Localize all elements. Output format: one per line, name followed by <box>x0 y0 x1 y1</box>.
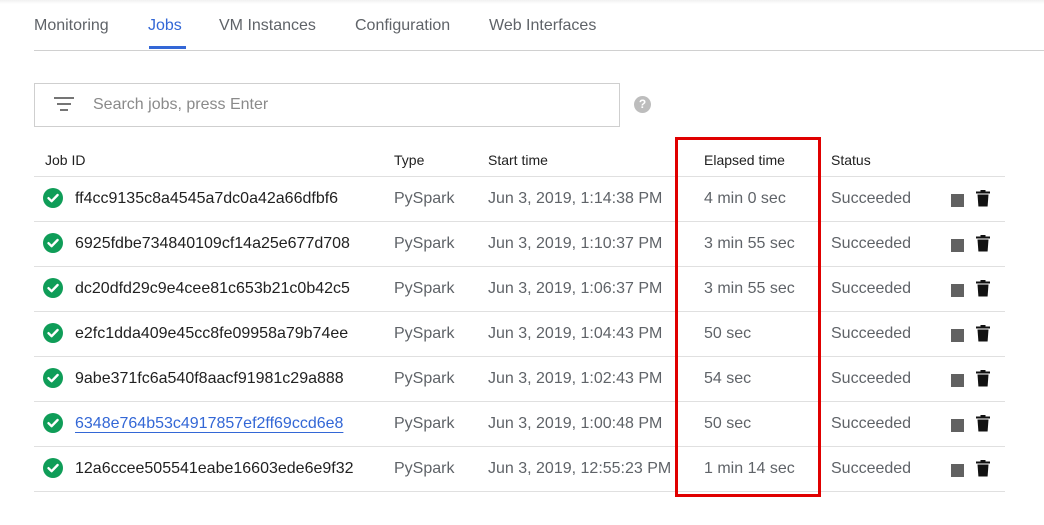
job-id-link[interactable]: ff4cc9135c8a4545a7dc0a42a66dfbf6 <box>75 190 338 208</box>
job-id-link[interactable]: dc20dfd29c9e4cee81c653b21c0b42c5 <box>75 280 350 298</box>
tab-jobs[interactable]: Jobs <box>148 17 182 35</box>
job-start-time: Jun 3, 2019, 1:06:37 PM <box>488 280 663 297</box>
tab-web-interfaces[interactable]: Web Interfaces <box>489 17 596 35</box>
table-row[interactable]: e2fc1dda409e45cc8fe09958a79b74ee PySpark… <box>34 312 1005 357</box>
job-start-time: Jun 3, 2019, 12:55:23 PM <box>488 460 672 477</box>
job-type: PySpark <box>394 325 455 342</box>
job-start-time: Jun 3, 2019, 1:02:43 PM <box>488 370 663 387</box>
job-id-link[interactable]: e2fc1dda409e45cc8fe09958a79b74ee <box>75 325 348 343</box>
job-id-link[interactable]: 6348e764b53c4917857ef2ff69ccd6e8 <box>75 415 343 433</box>
tab-bar: Monitoring Jobs VM Instances Configurati… <box>34 0 1044 51</box>
active-tab-indicator <box>149 46 186 49</box>
job-elapsed-time: 50 sec <box>704 415 752 432</box>
job-start-time: Jun 3, 2019, 1:14:38 PM <box>488 190 663 207</box>
stop-icon[interactable] <box>951 239 964 252</box>
table-row[interactable]: dc20dfd29c9e4cee81c653b21c0b42c5 PySpark… <box>34 267 1005 312</box>
job-id-link[interactable]: 6925fdbe734840109cf14a25e677d708 <box>75 235 350 253</box>
job-status: Succeeded <box>831 190 912 207</box>
job-elapsed-time: 1 min 14 sec <box>704 460 795 477</box>
table-row[interactable]: ff4cc9135c8a4545a7dc0a42a66dfbf6 PySpark… <box>34 177 1005 222</box>
job-status: Succeeded <box>831 235 912 252</box>
trash-icon[interactable] <box>976 370 990 387</box>
column-header-status[interactable]: Status <box>831 152 871 168</box>
job-status: Succeeded <box>831 280 912 297</box>
job-type: PySpark <box>394 370 455 387</box>
job-elapsed-time: 50 sec <box>704 325 752 342</box>
stop-icon[interactable] <box>951 329 964 342</box>
table-row[interactable]: 6925fdbe734840109cf14a25e677d708 PySpark… <box>34 222 1005 267</box>
job-id-link[interactable]: 12a6ccee505541eabe16603ede6e9f32 <box>75 460 354 478</box>
trash-icon[interactable] <box>976 235 990 252</box>
stop-icon[interactable] <box>951 284 964 297</box>
job-elapsed-time: 3 min 55 sec <box>704 235 795 252</box>
check-circle-icon <box>43 368 63 388</box>
job-elapsed-time: 54 sec <box>704 370 752 387</box>
table-row[interactable]: 6348e764b53c4917857ef2ff69ccd6e8 PySpark… <box>34 402 1005 447</box>
job-type: PySpark <box>394 235 455 252</box>
job-status: Succeeded <box>831 325 912 342</box>
job-start-time: Jun 3, 2019, 1:04:43 PM <box>488 325 663 342</box>
trash-icon[interactable] <box>976 190 990 207</box>
table-row[interactable]: 12a6ccee505541eabe16603ede6e9f32 PySpark… <box>34 447 1005 492</box>
tab-monitoring[interactable]: Monitoring <box>34 17 109 35</box>
job-elapsed-time: 4 min 0 sec <box>704 190 786 207</box>
job-start-time: Jun 3, 2019, 1:00:48 PM <box>488 415 663 432</box>
job-status: Succeeded <box>831 370 912 387</box>
search-input[interactable] <box>93 84 593 126</box>
column-header-type[interactable]: Type <box>394 152 424 168</box>
check-circle-icon <box>43 233 63 253</box>
stop-icon[interactable] <box>951 419 964 432</box>
stop-icon[interactable] <box>951 464 964 477</box>
column-header-elapsed-time[interactable]: Elapsed time <box>704 152 785 168</box>
trash-icon[interactable] <box>976 325 990 342</box>
job-type: PySpark <box>394 460 455 477</box>
check-circle-icon <box>43 458 63 478</box>
job-start-time: Jun 3, 2019, 1:10:37 PM <box>488 235 663 252</box>
filter-icon[interactable] <box>53 97 75 113</box>
job-status: Succeeded <box>831 460 912 477</box>
job-type: PySpark <box>394 280 455 297</box>
column-header-job-id[interactable]: Job ID <box>45 152 85 168</box>
job-type: PySpark <box>394 415 455 432</box>
help-icon[interactable]: ? <box>634 96 651 113</box>
job-elapsed-time: 3 min 55 sec <box>704 280 795 297</box>
trash-icon[interactable] <box>976 415 990 432</box>
tab-configuration[interactable]: Configuration <box>355 17 450 35</box>
tab-vm-instances[interactable]: VM Instances <box>219 17 316 35</box>
search-box <box>34 83 620 127</box>
job-status: Succeeded <box>831 415 912 432</box>
check-circle-icon <box>43 323 63 343</box>
check-circle-icon <box>43 188 63 208</box>
jobs-table: Job ID Type Start time Elapsed time Stat… <box>34 140 1005 492</box>
job-type: PySpark <box>394 190 455 207</box>
stop-icon[interactable] <box>951 374 964 387</box>
stop-icon[interactable] <box>951 194 964 207</box>
table-header: Job ID Type Start time Elapsed time Stat… <box>34 140 1005 177</box>
check-circle-icon <box>43 413 63 433</box>
column-header-start-time[interactable]: Start time <box>488 152 548 168</box>
check-circle-icon <box>43 278 63 298</box>
job-id-link[interactable]: 9abe371fc6a540f8aacf91981c29a888 <box>75 370 344 388</box>
trash-icon[interactable] <box>976 280 990 297</box>
table-row[interactable]: 9abe371fc6a540f8aacf91981c29a888 PySpark… <box>34 357 1005 402</box>
trash-icon[interactable] <box>976 460 990 477</box>
